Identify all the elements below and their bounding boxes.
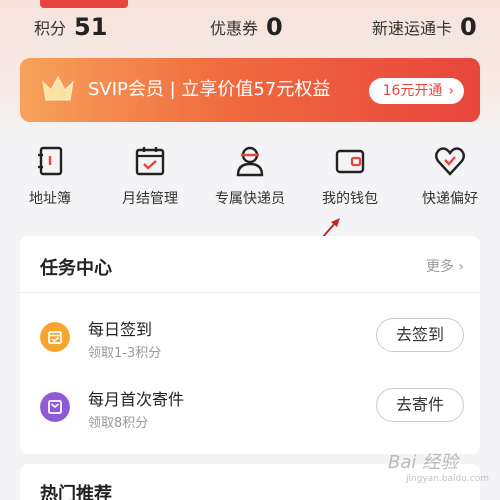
task-name: 每月首次寄件 <box>88 390 185 409</box>
coupons-value: 0 <box>266 13 283 41</box>
calendar-check-icon <box>135 147 165 176</box>
svip-text: SVIP会员 | 立享价值57元权益 <box>88 79 331 100</box>
crown-icon <box>42 75 74 101</box>
header-red-strip <box>40 0 128 8</box>
points-label: 积分 <box>34 19 67 38</box>
checkin-button[interactable]: 去签到 <box>376 318 464 352</box>
watermark: Bai 经验 jingyan.baidu.com <box>388 448 489 484</box>
quick-action-label: 月结管理 <box>122 191 178 207</box>
card-value: 0 <box>460 13 477 41</box>
task-name: 每日签到 <box>88 320 153 339</box>
checkin-icon <box>40 322 70 352</box>
stats-bar: 积分 51 优惠券 0 新速运通卡 0 <box>0 10 500 44</box>
coupons-stat[interactable]: 优惠券 0 <box>210 10 283 44</box>
chevron-right-icon: › <box>448 83 454 99</box>
card-label: 新速运通卡 <box>372 19 453 38</box>
heart-check-icon <box>435 147 465 176</box>
watermark-main: Bai 经验 <box>388 452 459 473</box>
send-button[interactable]: 去寄件 <box>376 388 464 422</box>
task-desc: 领取1-3积分 <box>88 346 162 361</box>
quick-actions: 地址簿 月结管理 专属快递员 我的钱包 快递偏好 <box>0 140 500 220</box>
task-more-link[interactable]: 更多 › <box>426 256 464 276</box>
task-desc: 领取8积分 <box>88 416 149 431</box>
hot-recommend-title: 热门推荐 <box>40 484 112 500</box>
package-icon <box>40 392 70 422</box>
quick-action-monthly[interactable]: 月结管理 <box>100 144 200 214</box>
quick-action-wallet[interactable]: 我的钱包 <box>300 144 400 214</box>
divider <box>20 292 480 293</box>
svip-open-button[interactable]: 16元开通 › <box>368 78 464 104</box>
quick-action-label: 快递偏好 <box>422 191 478 207</box>
address-book-icon <box>38 146 63 176</box>
watermark-sub: jingyan.baidu.com <box>406 474 490 484</box>
quick-action-label: 专属快递员 <box>215 191 285 207</box>
quick-action-label: 地址簿 <box>29 191 71 207</box>
courier-icon <box>236 146 264 177</box>
card-stat[interactable]: 新速运通卡 0 <box>372 10 477 44</box>
quick-action-preference[interactable]: 快递偏好 <box>400 144 500 214</box>
points-stat[interactable]: 积分 51 <box>34 10 107 44</box>
quick-action-label: 我的钱包 <box>322 191 378 207</box>
task-center-title: 任务中心 <box>40 258 112 279</box>
wallet-icon <box>335 149 365 174</box>
quick-action-address-book[interactable]: 地址簿 <box>0 144 100 214</box>
svip-banner[interactable]: SVIP会员 | 立享价值57元权益 16元开通 › <box>20 58 480 122</box>
task-center-card: 任务中心 更多 › 每日签到 领取1-3积分 去签到 每月首次寄件 领取8积分 … <box>20 236 480 454</box>
quick-action-courier[interactable]: 专属快递员 <box>200 144 300 214</box>
task-row-checkin: 每日签到 领取1-3积分 去签到 <box>20 306 480 378</box>
points-value: 51 <box>74 13 108 41</box>
coupons-label: 优惠券 <box>210 19 259 38</box>
task-row-send: 每月首次寄件 领取8积分 去寄件 <box>20 376 480 448</box>
svip-open-label: 16元开通 <box>382 83 443 99</box>
